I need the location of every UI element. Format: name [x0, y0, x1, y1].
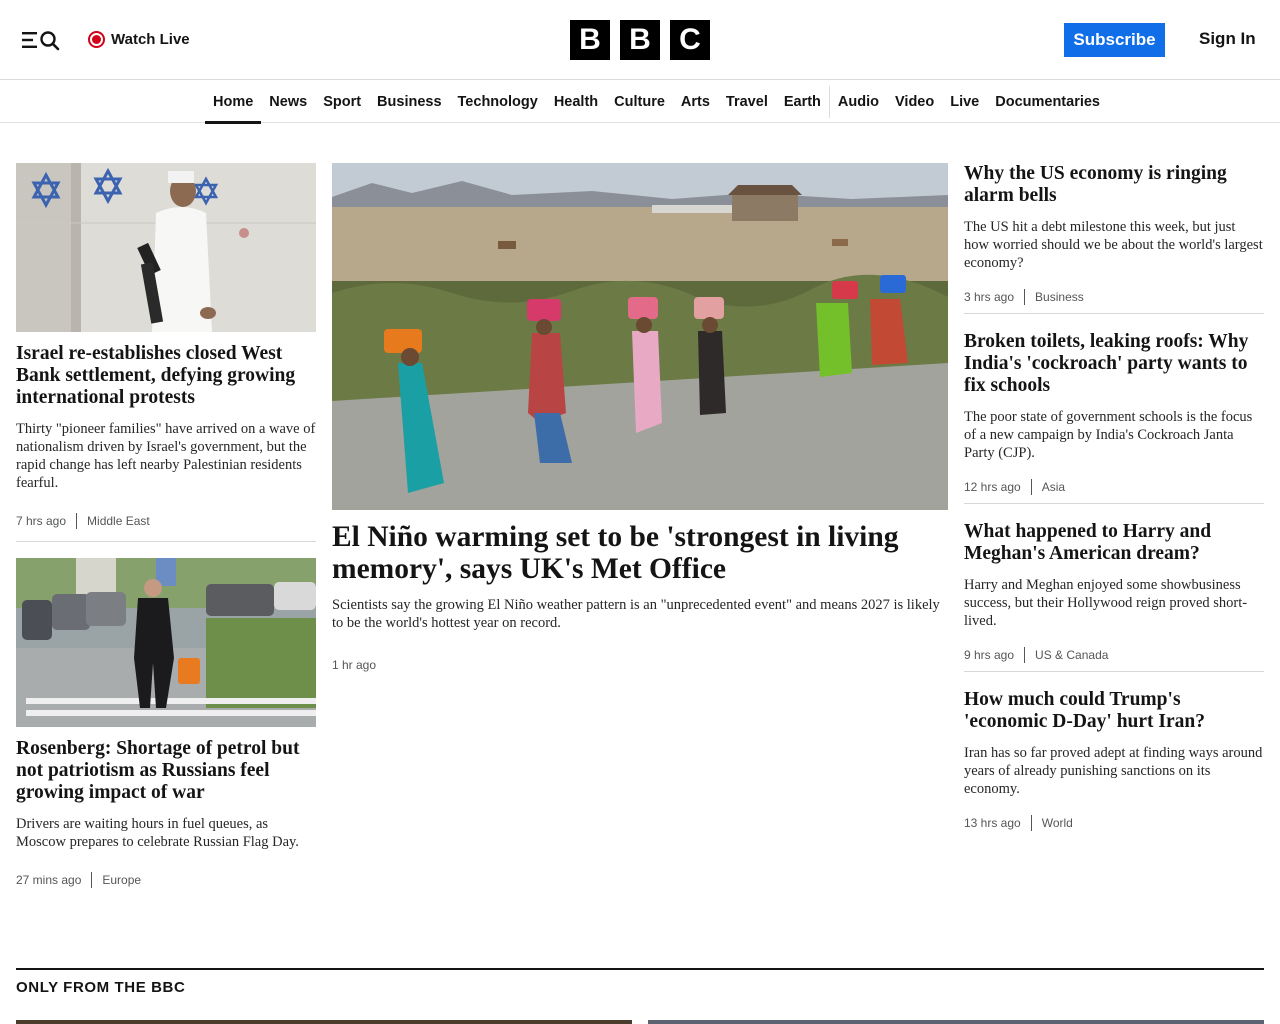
- story-card: Broken toilets, leaking roofs: Why India…: [964, 331, 1264, 496]
- lead-story-meta: 1 hr ago: [332, 656, 948, 674]
- story-card: Israel re-establishes closed West Bank s…: [16, 163, 316, 530]
- story-card: Why the US economy is ringing alarm bell…: [964, 163, 1264, 306]
- story-headline[interactable]: Rosenberg: Shortage of petrol but not pa…: [16, 738, 316, 804]
- meta-divider: [1024, 647, 1026, 663]
- story-summary: Iran has so far proved adept at finding …: [964, 745, 1263, 797]
- section-story-image[interactable]: [16, 1020, 632, 1024]
- meta-divider: [91, 872, 93, 888]
- story-timestamp: 9 hrs ago: [964, 648, 1015, 662]
- story-meta: 3 hrs ago Business: [964, 288, 1264, 306]
- meta-divider: [76, 513, 78, 529]
- nav-item-culture[interactable]: Culture: [606, 81, 673, 123]
- lead-image-graphic: [332, 163, 948, 510]
- story-timestamp: 13 hrs ago: [964, 816, 1021, 830]
- nav-item-earth[interactable]: Earth: [776, 81, 829, 123]
- logo-letter: C: [670, 20, 710, 60]
- story-card: How much could Trump's 'economic D-Day' …: [964, 689, 1264, 832]
- nav-item-audio[interactable]: Audio: [830, 81, 887, 123]
- meta-divider: [1030, 815, 1032, 831]
- logo-letter: B: [570, 20, 610, 60]
- left-column: Israel re-establishes closed West Bank s…: [16, 163, 316, 889]
- story-image-graphic: [16, 558, 316, 727]
- story-timestamp: 27 mins ago: [16, 873, 82, 887]
- sign-in-link[interactable]: Sign In: [1199, 29, 1256, 49]
- story-divider: [964, 671, 1264, 672]
- watch-live-link[interactable]: Watch Live: [88, 28, 190, 50]
- watch-live-label: Watch Live: [111, 30, 190, 48]
- lead-story-summary: Scientists say the growing El Niño weath…: [332, 597, 940, 631]
- story-card: Rosenberg: Shortage of petrol but not pa…: [16, 558, 316, 889]
- section-story-image[interactable]: [648, 1020, 1264, 1024]
- story-section-link[interactable]: Asia: [1042, 480, 1065, 494]
- lead-story: El Niño warming set to be 'strongest in …: [332, 163, 948, 674]
- nav-item-documentaries[interactable]: Documentaries: [987, 81, 1108, 123]
- story-section-link[interactable]: Europe: [102, 873, 141, 887]
- story-headline[interactable]: Israel re-establishes closed West Bank s…: [16, 343, 316, 409]
- story-card: What happened to Harry and Meghan's Amer…: [964, 521, 1264, 664]
- logo-letter: B: [620, 20, 660, 60]
- nav-item-video[interactable]: Video: [887, 81, 942, 123]
- story-section-link[interactable]: US & Canada: [1035, 648, 1108, 662]
- nav-item-sport[interactable]: Sport: [315, 81, 369, 123]
- menu-search-button[interactable]: [20, 26, 64, 54]
- story-headline[interactable]: What happened to Harry and Meghan's Amer…: [964, 521, 1264, 565]
- story-headline[interactable]: How much could Trump's 'economic D-Day' …: [964, 689, 1264, 733]
- story-timestamp: 3 hrs ago: [964, 290, 1015, 304]
- nav-items: Home News Sport Business Technology Heal…: [205, 81, 1108, 124]
- masthead: Watch Live B B C Subscribe Sign In: [0, 0, 1280, 80]
- story-image-graphic: [16, 163, 316, 332]
- lead-story-headline[interactable]: El Niño warming set to be 'strongest in …: [332, 521, 948, 585]
- live-icon: [88, 30, 105, 48]
- story-timestamp: 1 hr ago: [332, 658, 377, 672]
- story-summary: Harry and Meghan enjoyed some showbusine…: [964, 577, 1248, 629]
- section-rule: [16, 968, 1264, 970]
- nav-item-technology[interactable]: Technology: [450, 81, 546, 123]
- bbc-logo[interactable]: B B C: [570, 20, 710, 60]
- story-summary: The poor state of government schools is …: [964, 409, 1253, 461]
- story-timestamp: 7 hrs ago: [16, 514, 67, 528]
- nav-item-health[interactable]: Health: [546, 81, 606, 123]
- story-image[interactable]: [16, 163, 316, 332]
- story-headline[interactable]: Broken toilets, leaking roofs: Why India…: [964, 331, 1264, 397]
- story-section-link[interactable]: Middle East: [87, 514, 150, 528]
- story-summary: The US hit a debt milestone this week, b…: [964, 219, 1263, 271]
- story-meta: 12 hrs ago Asia: [964, 478, 1264, 496]
- menu-search-icon: [22, 31, 60, 51]
- story-meta: 7 hrs ago Middle East: [16, 512, 316, 530]
- story-divider: [964, 503, 1264, 504]
- nav-item-business[interactable]: Business: [369, 81, 449, 123]
- main-navigation: Home News Sport Business Technology Heal…: [0, 81, 1280, 124]
- story-summary: Drivers are waiting hours in fuel queues…: [16, 816, 299, 850]
- story-meta: 27 mins ago Europe: [16, 871, 316, 889]
- meta-divider: [1030, 479, 1032, 495]
- story-timestamp: 12 hrs ago: [964, 480, 1021, 494]
- nav-item-live[interactable]: Live: [942, 81, 987, 123]
- lead-story-image[interactable]: [332, 163, 948, 510]
- story-section-link[interactable]: World: [1042, 816, 1073, 830]
- nav-item-home[interactable]: Home: [205, 81, 262, 124]
- section-title: ONLY FROM THE BBC: [16, 979, 186, 996]
- subscribe-button[interactable]: Subscribe: [1064, 23, 1165, 57]
- nav-item-arts[interactable]: Arts: [673, 81, 718, 123]
- story-divider: [964, 313, 1264, 314]
- story-meta: 13 hrs ago World: [964, 814, 1264, 832]
- story-meta: 9 hrs ago US & Canada: [964, 646, 1264, 664]
- story-section-link[interactable]: Business: [1035, 290, 1084, 304]
- story-headline[interactable]: Why the US economy is ringing alarm bell…: [964, 163, 1264, 207]
- story-divider: [16, 541, 316, 542]
- nav-item-travel[interactable]: Travel: [718, 81, 776, 123]
- story-image[interactable]: [16, 558, 316, 727]
- story-summary: Thirty "pioneer families" have arrived o…: [16, 421, 316, 491]
- right-column: Why the US economy is ringing alarm bell…: [964, 163, 1264, 832]
- meta-divider: [1024, 289, 1026, 305]
- nav-item-news[interactable]: News: [261, 81, 315, 123]
